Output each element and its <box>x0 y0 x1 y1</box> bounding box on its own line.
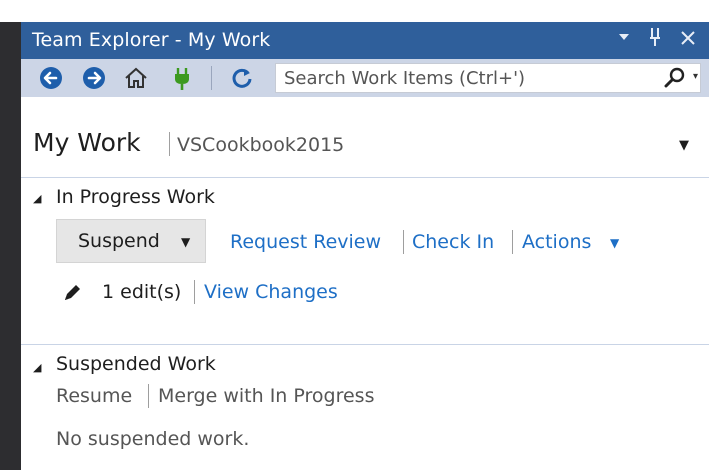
section-divider <box>21 344 709 345</box>
resume-link[interactable]: Resume <box>56 385 132 407</box>
forward-arrow-icon[interactable] <box>83 67 105 89</box>
search-dropdown-icon[interactable]: ▾ <box>693 71 698 82</box>
actions-link[interactable]: Actions <box>522 231 591 253</box>
page-header: My Work VSCookbook2015 ▼ <box>21 97 709 177</box>
suspended-heading[interactable]: Suspended Work <box>56 353 216 375</box>
header-divider <box>21 177 709 178</box>
collapse-triangle-icon[interactable]: ◢ <box>33 192 41 205</box>
team-explorer-panel: Team Explorer - My Work Search Work Item… <box>21 22 709 470</box>
close-icon[interactable] <box>679 29 697 52</box>
page-menu-dropdown-icon[interactable]: ▼ <box>679 138 689 153</box>
link-separator <box>194 280 195 304</box>
page-title: My Work <box>33 128 141 157</box>
edit-count: 1 edit(s) <box>102 281 182 303</box>
suspend-button[interactable]: Suspend ▼ <box>56 219 206 263</box>
request-review-link[interactable]: Request Review <box>230 231 381 253</box>
toolbar: ▾ <box>21 59 709 97</box>
ide-top-border <box>0 0 709 22</box>
toolbar-separator <box>211 66 212 90</box>
check-in-link[interactable]: Check In <box>412 231 494 253</box>
ide-left-border <box>0 0 21 470</box>
home-icon[interactable] <box>124 67 147 89</box>
empty-state-text: No suspended work. <box>56 428 250 450</box>
plug-icon[interactable] <box>171 67 193 90</box>
pencil-icon <box>62 283 82 307</box>
view-changes-link[interactable]: View Changes <box>204 281 338 303</box>
suspend-label: Suspend <box>78 230 160 252</box>
project-name: VSCookbook2015 <box>177 134 345 156</box>
link-separator <box>403 230 404 254</box>
search-icon[interactable] <box>664 67 686 89</box>
search-input[interactable] <box>284 66 644 90</box>
actions-chevron-icon[interactable]: ▼ <box>610 236 619 250</box>
search-box: ▾ <box>275 63 701 93</box>
panel-title: Team Explorer - My Work <box>32 29 271 51</box>
refresh-icon[interactable] <box>231 67 253 89</box>
in-progress-heading[interactable]: In Progress Work <box>56 186 215 208</box>
title-separator <box>169 132 170 156</box>
screenshot-frame: Team Explorer - My Work Search Work Item… <box>0 0 709 470</box>
chevron-down-icon[interactable]: ▼ <box>181 235 190 249</box>
window-dropdown-icon[interactable] <box>617 30 631 48</box>
back-arrow-icon[interactable] <box>40 67 62 89</box>
link-separator <box>148 384 149 408</box>
merge-link[interactable]: Merge with In Progress <box>158 385 374 407</box>
panel-title-bar: Team Explorer - My Work <box>21 22 709 59</box>
link-separator <box>512 230 513 254</box>
pin-icon[interactable] <box>647 26 663 53</box>
collapse-triangle-icon[interactable]: ◢ <box>33 361 41 374</box>
